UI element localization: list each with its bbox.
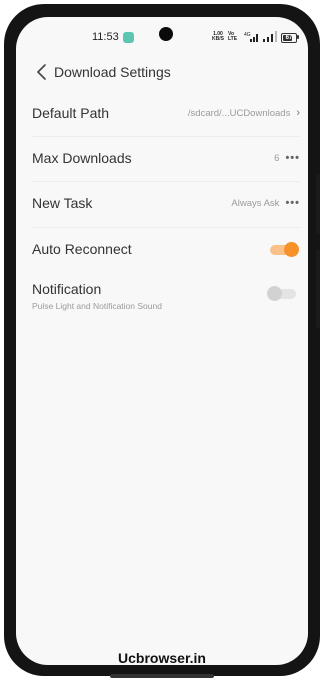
front-camera: [159, 27, 173, 41]
volte-indicator: Vo LTE: [228, 31, 238, 42]
max-downloads-label: Max Downloads: [32, 150, 132, 166]
toggle-knob: [267, 286, 282, 301]
screen: 11:53 1.00 KB/S Vo LTE 4G 67 Download Se…: [16, 17, 308, 665]
auto-reconnect-row[interactable]: Auto Reconnect: [32, 227, 300, 272]
new-task-label: New Task: [32, 195, 93, 211]
divider: [32, 181, 300, 182]
max-downloads-value-group: 6 •••: [274, 152, 300, 164]
phone-frame: 11:53 1.00 KB/S Vo LTE 4G 67 Download Se…: [4, 4, 320, 676]
max-downloads-value: 6: [274, 152, 280, 164]
watermark: Ucbrowser.in: [118, 650, 206, 666]
more-dots-icon[interactable]: •••: [285, 152, 300, 164]
power-button: [316, 249, 320, 329]
volume-button: [316, 174, 320, 234]
max-downloads-row[interactable]: Max Downloads 6 •••: [32, 136, 300, 181]
new-task-value-group: Always Ask •••: [231, 197, 300, 209]
header: Download Settings: [16, 57, 308, 87]
signal-4g-icon: 4G: [244, 32, 258, 42]
notification-row[interactable]: Notification Pulse Light and Notificatio…: [32, 272, 300, 328]
default-path-value-group: /sdcard/...UCDownloads ›: [188, 107, 300, 119]
auto-reconnect-label: Auto Reconnect: [32, 241, 132, 257]
status-time: 11:53: [92, 31, 119, 43]
home-indicator: [110, 674, 214, 678]
chevron-right-icon: ›: [296, 107, 300, 119]
page-title: Download Settings: [54, 64, 171, 80]
more-dots-icon[interactable]: •••: [285, 197, 300, 209]
battery-icon: 67: [281, 33, 297, 43]
default-path-label: Default Path: [32, 105, 110, 121]
notification-subtitle: Pulse Light and Notification Sound: [32, 301, 162, 311]
divider: [32, 227, 300, 228]
notification-label: Notification: [32, 281, 102, 297]
new-task-row[interactable]: New Task Always Ask •••: [32, 181, 300, 226]
notification-toggle[interactable]: [267, 286, 296, 301]
battery-tip: [297, 35, 299, 39]
network-speed: 1.00 KB/S: [212, 31, 224, 42]
default-path-value: /sdcard/...UCDownloads: [187, 107, 291, 119]
divider: [32, 136, 300, 137]
toggle-knob: [284, 242, 299, 257]
new-task-value: Always Ask: [231, 197, 280, 209]
status-bar: 11:53 1.00 KB/S Vo LTE 4G 67: [16, 17, 308, 53]
svg-text:4G: 4G: [244, 32, 251, 38]
back-arrow-icon[interactable]: [32, 62, 52, 82]
signal-bars-icon: [263, 31, 277, 42]
auto-reconnect-toggle[interactable]: [270, 242, 299, 257]
battery-level: 67: [285, 35, 293, 41]
app-notification-icon: [123, 32, 134, 43]
default-path-row[interactable]: Default Path /sdcard/...UCDownloads ›: [32, 91, 300, 136]
